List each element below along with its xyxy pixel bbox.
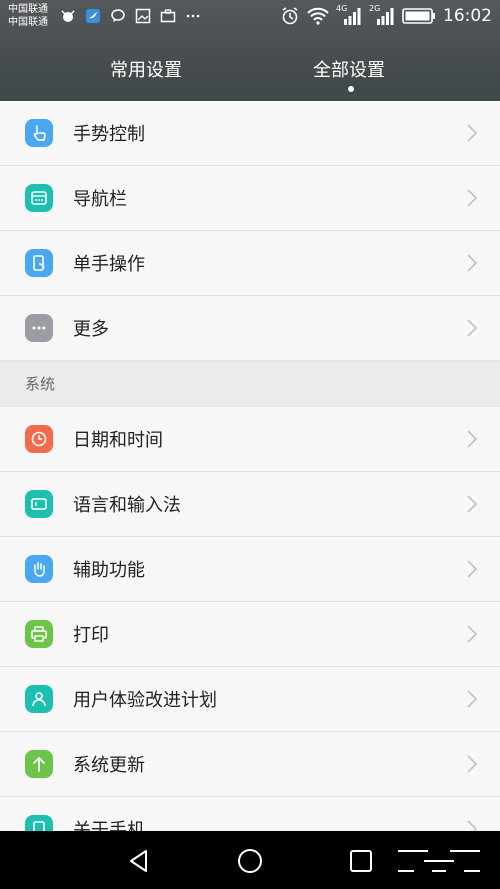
settings-list: 手势控制 导航栏 单手操作 更多 系统 日期和时间 语言和输入法 辅助功能 打印… <box>0 101 500 831</box>
list-item-date-time[interactable]: 日期和时间 <box>0 407 500 472</box>
list-item-navigation-bar[interactable]: 导航栏 <box>0 166 500 231</box>
keyboard-icon <box>25 490 53 518</box>
recent-apps-icon[interactable] <box>348 848 374 874</box>
list-item-language-input[interactable]: 语言和输入法 <box>0 472 500 537</box>
list-item-about-phone[interactable]: 关于手机 <box>0 797 500 831</box>
settings-tabs: 常用设置 全部设置 <box>0 50 500 94</box>
chevron-right-icon <box>467 430 478 448</box>
list-item-user-experience[interactable]: 用户体验改进计划 <box>0 667 500 732</box>
list-item-one-hand-mode[interactable]: 单手操作 <box>0 231 500 296</box>
chevron-right-icon <box>467 820 478 831</box>
network-type-1: 4G <box>336 4 348 13</box>
gesture-icon <box>25 119 53 147</box>
list-item-print[interactable]: 打印 <box>0 602 500 667</box>
chevron-right-icon <box>467 690 478 708</box>
chevron-right-icon <box>467 560 478 578</box>
active-tab-indicator <box>348 86 354 92</box>
overflow-dots-icon <box>186 14 200 18</box>
section-header-system: 系统 <box>0 361 500 407</box>
list-item-more[interactable]: 更多 <box>0 296 500 361</box>
bird-app-icon <box>86 9 100 23</box>
carrier-2: 中国联通 <box>8 17 48 28</box>
list-item-gesture-control[interactable]: 手势控制 <box>0 101 500 166</box>
list-item-label: 语言和输入法 <box>73 495 181 516</box>
chevron-right-icon <box>467 124 478 142</box>
briefcase-icon <box>160 9 176 23</box>
list-item-label: 辅助功能 <box>73 560 145 581</box>
navigation-bar <box>0 831 500 889</box>
list-item-label: 用户体验改进计划 <box>73 690 217 711</box>
list-item-label: 更多 <box>73 319 109 340</box>
chevron-right-icon <box>467 755 478 773</box>
list-item-label: 日期和时间 <box>73 430 163 451</box>
list-item-label: 打印 <box>73 625 109 646</box>
notification-icons <box>60 8 201 24</box>
carrier-info: 中国联通 中国联通 <box>8 3 48 29</box>
image-icon <box>135 8 151 24</box>
chevron-right-icon <box>467 495 478 513</box>
status-bar: 中国联通 中国联通 4G 2G 16:02 <box>0 0 500 36</box>
battery-icon <box>402 8 435 24</box>
list-item-accessibility[interactable]: 辅助功能 <box>0 537 500 602</box>
tab-all-settings[interactable]: 全部设置 <box>313 56 385 82</box>
user-icon <box>25 685 53 713</box>
notification-shade-icon[interactable] <box>398 848 480 874</box>
list-item-label: 系统更新 <box>73 755 145 776</box>
list-item-label: 单手操作 <box>73 254 145 275</box>
one-hand-icon <box>25 249 53 277</box>
message-icon <box>111 9 125 22</box>
carrier-1: 中国联通 <box>8 4 48 15</box>
hand-icon <box>25 555 53 583</box>
clock-icon <box>25 425 53 453</box>
signal-1: 4G <box>336 4 362 26</box>
alarm-icon <box>282 7 298 25</box>
list-item-label: 关于手机 <box>73 820 145 831</box>
status-right: 4G 2G 16:02 <box>280 4 492 26</box>
header: 中国联通 中国联通 4G 2G 16:02 常用设置 全部设置 <box>0 0 500 101</box>
chevron-right-icon <box>467 254 478 272</box>
navigation-bar-icon <box>25 184 53 212</box>
list-item-label: 手势控制 <box>73 124 145 145</box>
chevron-right-icon <box>467 625 478 643</box>
printer-icon <box>25 620 53 648</box>
update-arrow-icon <box>25 750 53 778</box>
chevron-right-icon <box>467 189 478 207</box>
phone-icon <box>25 815 53 831</box>
list-item-system-update[interactable]: 系统更新 <box>0 732 500 797</box>
back-icon[interactable] <box>126 848 152 874</box>
home-icon[interactable] <box>237 848 263 874</box>
list-item-label: 导航栏 <box>73 189 127 210</box>
chevron-right-icon <box>467 319 478 337</box>
tab-common-settings[interactable]: 常用设置 <box>110 56 182 82</box>
network-type-2: 2G <box>369 4 381 13</box>
clock-time: 16:02 <box>443 6 492 26</box>
signal-2: 2G <box>369 4 395 26</box>
cow-app-icon <box>61 10 75 22</box>
more-icon <box>25 314 53 342</box>
wifi-icon <box>307 7 329 25</box>
